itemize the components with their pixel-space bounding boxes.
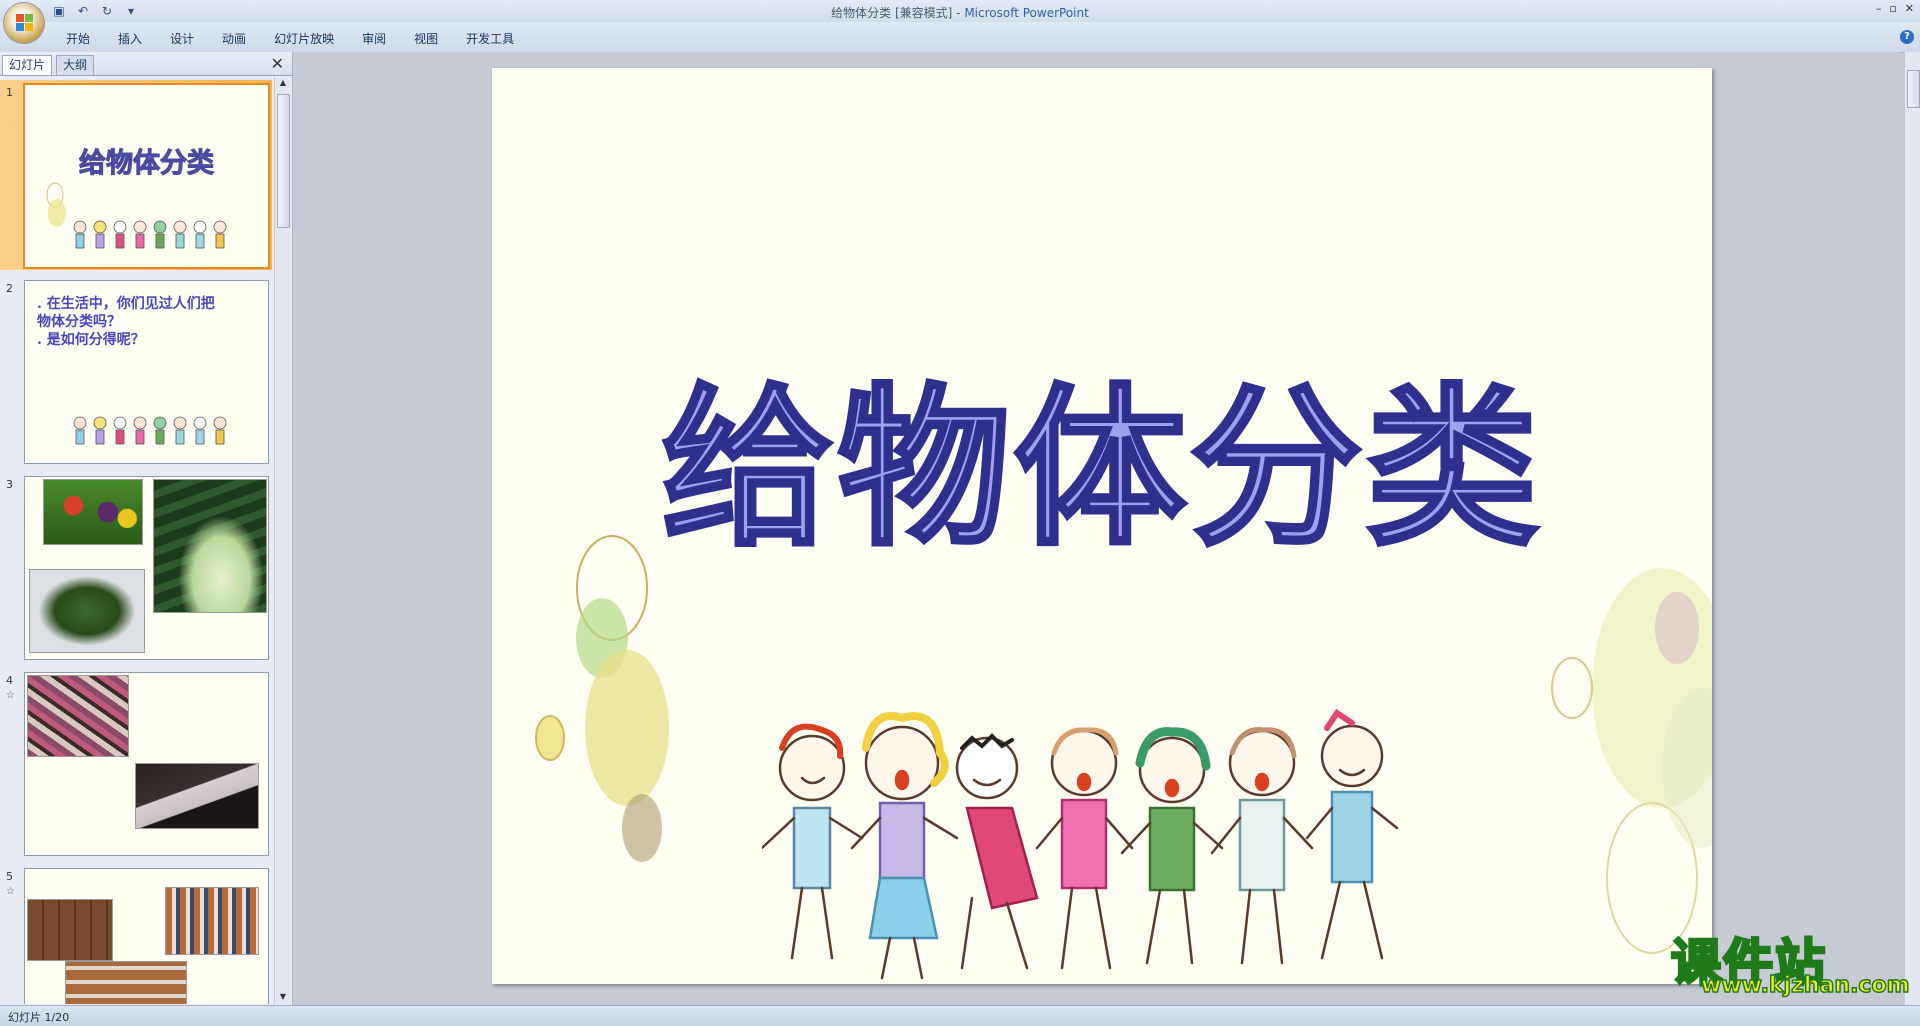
bubble-decoration-icon (535, 535, 669, 862)
cucumber-cabbage-photo (153, 479, 267, 613)
window-controls: – ▫ ✕ (1876, 2, 1914, 15)
app-name: Microsoft PowerPoint (964, 6, 1089, 20)
help-icon[interactable]: ? (1900, 30, 1914, 44)
slide-thumbnail-1[interactable]: 1 给物体分类 (0, 80, 272, 270)
editor-scrollbar[interactable] (1904, 52, 1920, 1005)
thumbnail-frame (24, 672, 269, 856)
title-separator: - (952, 6, 965, 20)
greens-photo (29, 569, 145, 653)
slide-thumbnail-4[interactable]: 4 ☆ (0, 668, 272, 858)
tab-slides[interactable]: 幻灯片 (2, 55, 53, 75)
scroll-thumb[interactable] (1907, 70, 1920, 108)
slide-number: 2 (6, 282, 13, 295)
office-button[interactable] (4, 3, 44, 43)
animation-star-icon: ☆ (6, 690, 15, 701)
scroll-down-icon[interactable]: ▼ (275, 990, 291, 1004)
bubble-decoration-icon (1551, 568, 1712, 954)
thumbnail-text: . 在生活中，你们见过人们把 物体分类吗？ . 是如何分得呢？ (37, 295, 215, 349)
restore-button[interactable]: ▫ (1889, 2, 1896, 15)
slide-thumbnail-2[interactable]: 2 . 在生活中，你们见过人们把 物体分类吗？ . 是如何分得呢？ (0, 276, 272, 466)
watermark-url: www.kjzhan.com (1700, 972, 1910, 999)
animation-star-icon: ☆ (6, 886, 15, 897)
children-illustration-icon (762, 708, 1399, 980)
slide-number: 1 (6, 86, 13, 99)
tab-design[interactable]: 设计 (156, 28, 208, 49)
slide-editor: 给物体分类 (293, 52, 1900, 1005)
clothes-pile-photo (135, 763, 259, 829)
tab-outline[interactable]: 大纲 (56, 55, 95, 75)
slide-counter: 幻灯片 1/20 (8, 1011, 70, 1024)
tab-developer[interactable]: 开发工具 (452, 28, 528, 49)
wardrobe-photo (27, 899, 113, 961)
site-watermark: 课件站 www.kjzhan.com (1665, 925, 1911, 1005)
tab-slideshow[interactable]: 幻灯片放映 (260, 28, 348, 49)
pane-close-icon[interactable]: ✕ (271, 54, 284, 73)
status-bar: 幻灯片 1/20 (0, 1005, 1920, 1026)
tab-home[interactable]: 开始 (52, 28, 104, 49)
slide-canvas[interactable]: 给物体分类 (492, 68, 1712, 984)
tab-review[interactable]: 审阅 (348, 28, 400, 49)
thumbnail-frame (24, 868, 269, 1004)
slide-thumbnail-5[interactable]: 5 ☆ (0, 864, 272, 1004)
slide-number: 3 (6, 478, 13, 491)
closet-photo (165, 887, 259, 955)
thumbnail-text-line: . 是如何分得呢？ (37, 332, 145, 348)
office-logo-icon (16, 14, 34, 32)
minimize-button[interactable]: – (1876, 2, 1882, 15)
thumbnail-scrollbar[interactable]: ▲ ▼ (274, 76, 291, 1004)
shelf-photo (65, 961, 187, 1004)
title-bar: ▣ ↶ ↻ ▾ 给物体分类 [兼容模式] - Microsoft PowerPo… (0, 0, 1920, 22)
ribbon: 开始 插入 设计 动画 幻灯片放映 审阅 视图 开发工具 ? (0, 22, 1920, 53)
scroll-up-icon[interactable]: ▲ (275, 76, 291, 90)
thumbnail-frame: 给物体分类 (23, 83, 270, 269)
tab-animations[interactable]: 动画 (208, 28, 260, 49)
tab-insert[interactable]: 插入 (104, 28, 156, 49)
messy-clothes-photo (27, 675, 129, 757)
window-title: 给物体分类 [兼容模式] - Microsoft PowerPoint (0, 4, 1920, 21)
thumbnail-list: 1 给物体分类 2 . 在生活中，你们见过人们把 物体分类吗？ . 是如何分得呢… (0, 76, 272, 1004)
close-button[interactable]: ✕ (1905, 2, 1914, 15)
thumbnail-frame: . 在生活中，你们见过人们把 物体分类吗？ . 是如何分得呢？ (24, 280, 269, 464)
tab-view[interactable]: 视图 (400, 28, 452, 49)
bubble-decoration-icon (46, 182, 66, 227)
scroll-thumb[interactable] (277, 94, 290, 228)
document-title: 给物体分类 [兼容模式] (831, 6, 953, 20)
slide-number: 4 (6, 674, 13, 687)
children-illustration-icon (73, 416, 227, 445)
slides-pane: 幻灯片 大纲 ✕ 1 给物体分类 2 . 在生活中，你们见过人们把 物体分类吗？… (0, 52, 293, 1005)
thumbnail-frame (24, 476, 269, 660)
children-illustration-icon (73, 220, 227, 249)
ribbon-tabs: 开始 插入 设计 动画 幻灯片放映 审阅 视图 开发工具 (52, 28, 528, 49)
pane-tabs: 幻灯片 大纲 ✕ (0, 52, 292, 76)
thumbnail-text-line: 物体分类吗？ (37, 314, 121, 330)
slide-number: 5 (6, 870, 13, 883)
thumbnail-text-line: . 在生活中，你们见过人们把 (37, 296, 215, 312)
slide-thumbnail-3[interactable]: 3 (0, 472, 272, 662)
vegetables-photo (43, 479, 143, 545)
